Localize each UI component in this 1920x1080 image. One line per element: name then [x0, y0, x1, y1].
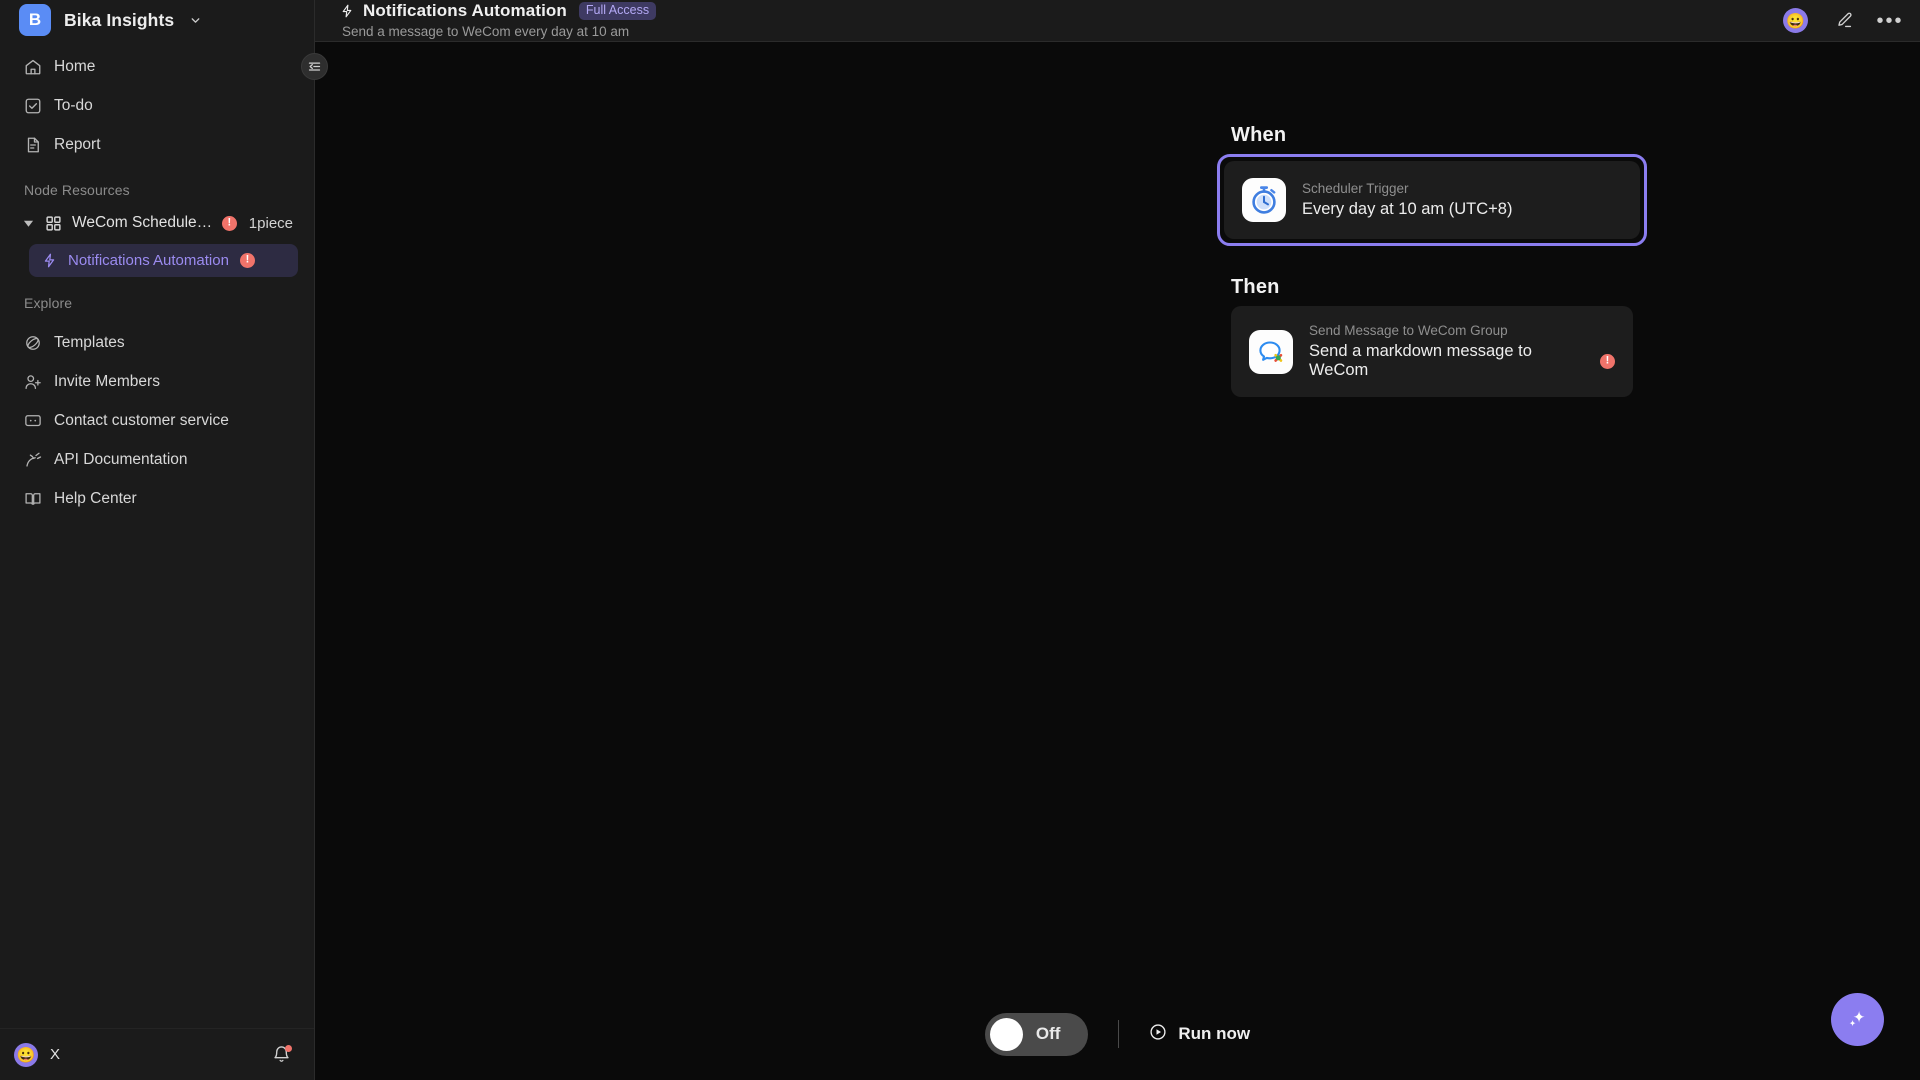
wecom-chat-icon: [1249, 329, 1293, 374]
sidebar-item-contact-customer-service[interactable]: Contact customer service: [12, 401, 302, 440]
sidebar-item-label: API Documentation: [54, 450, 188, 468]
action-subtitle: Send Message to WeCom Group: [1309, 323, 1508, 338]
run-now-label: Run now: [1178, 1024, 1251, 1043]
primary-nav: Home To-do Report: [0, 42, 314, 164]
sidebar-item-label: Contact customer service: [54, 411, 229, 429]
book-icon: [24, 490, 42, 508]
topbar: Notifications Automation Full Access Sen…: [315, 0, 1920, 42]
workspace-logo: B: [19, 4, 51, 36]
topbar-title-block: Notifications Automation Full Access Sen…: [339, 0, 657, 39]
topbar-actions: 😀 •••: [1783, 0, 1902, 33]
user-plus-icon: [24, 373, 42, 391]
trigger-title: Every day at 10 am (UTC+8): [1302, 200, 1513, 218]
explore-nav: Templates Invite Members Contact custome…: [0, 318, 314, 518]
document-icon: [24, 136, 42, 154]
sidebar-item-label: Invite Members: [54, 372, 160, 390]
trigger-title-row: Every day at 10 am (UTC+8): [1302, 200, 1512, 219]
more-glyph: •••: [1876, 9, 1904, 32]
chevron-down-icon[interactable]: [189, 14, 202, 27]
run-now-button[interactable]: Run now: [1149, 1023, 1250, 1046]
when-card-selection-frame: Scheduler Trigger Every day at 10 am (UT…: [1217, 154, 1647, 246]
section-label-explore: Explore: [24, 295, 73, 311]
sidebar-item-label: Notifications Automation: [68, 252, 229, 269]
sidebar-item-templates[interactable]: Templates: [12, 323, 302, 362]
sidebar-item-home[interactable]: Home: [12, 47, 302, 86]
sidebar-item-api-documentation[interactable]: API Documentation: [12, 440, 302, 479]
checkbox-icon: [24, 97, 42, 115]
user-row[interactable]: 😀 X: [0, 1028, 314, 1080]
collapse-sidebar-button[interactable]: [301, 53, 328, 80]
stopwatch-icon: [1242, 178, 1286, 222]
sidebar-item-todo[interactable]: To-do: [12, 86, 302, 125]
status-badge-error: !: [221, 215, 237, 231]
bottom-toolbar: Off Run now: [315, 988, 1920, 1080]
toolbar-divider: [1118, 1020, 1120, 1048]
sidebar-item-invite-members[interactable]: Invite Members: [12, 362, 302, 401]
when-label: When: [1231, 124, 1287, 146]
node-count-label: 1piece: [248, 214, 293, 232]
automation-toggle[interactable]: Off: [984, 1012, 1089, 1056]
notifications-button[interactable]: [270, 1044, 292, 1066]
caret-down-icon[interactable]: [21, 216, 35, 230]
workspace-name: Bika Insights: [64, 9, 175, 30]
ai-assistant-button[interactable]: [1831, 993, 1884, 1046]
more-dots-icon[interactable]: •••: [1877, 11, 1902, 31]
planet-icon: [24, 334, 42, 352]
then-label: Then: [1231, 276, 1280, 298]
section-label-node-resources: Node Resources: [24, 182, 130, 198]
status-badge-error: !: [239, 253, 255, 268]
sidebar-item-label: Report: [54, 135, 101, 153]
sidebar-item-report[interactable]: Report: [12, 125, 302, 164]
trigger-subtitle: Scheduler Trigger: [1302, 181, 1409, 196]
avatar: 😀: [14, 1042, 38, 1067]
action-card[interactable]: Send Message to WeCom Group Send a markd…: [1231, 306, 1633, 397]
grid-icon: [44, 214, 63, 233]
sidebar-item-help-center[interactable]: Help Center: [12, 479, 302, 518]
sidebar-item-label: Help Center: [54, 489, 137, 507]
page-title: Notifications Automation: [363, 1, 567, 20]
workspace-switcher[interactable]: B Bika Insights: [0, 0, 314, 42]
avatar[interactable]: 😀: [1783, 8, 1808, 33]
action-title-row: Send a markdown message to WeCom !: [1309, 342, 1615, 380]
page-subtitle: Send a message to WeCom every day at 10 …: [342, 24, 630, 39]
app-root: B Bika Insights Home To-do Report Node R…: [0, 0, 1920, 1080]
chat-box-icon: [24, 412, 42, 430]
pencil-icon[interactable]: [1834, 11, 1854, 31]
automation-flow: When Scheduler Trigger Every day at 10 a…: [1217, 124, 1651, 397]
notification-dot: [285, 1044, 292, 1052]
tree-node-wecom-scheduled[interactable]: WeCom Scheduled... ! 1piece: [12, 205, 302, 241]
topbar-title-row: Notifications Automation Full Access: [339, 1, 657, 21]
toggle-knob: [989, 1017, 1023, 1051]
api-icon: [24, 451, 42, 469]
bolt-icon: [339, 4, 354, 19]
home-icon: [24, 58, 42, 76]
status-badge-error: !: [1600, 353, 1615, 369]
action-card-text: Send Message to WeCom Group Send a markd…: [1309, 323, 1615, 380]
sidebar: B Bika Insights Home To-do Report Node R…: [0, 0, 328, 1080]
access-badge: Full Access: [578, 2, 657, 20]
sidebar-item-label: To-do: [54, 96, 93, 114]
sidebar-item-notifications-automation[interactable]: Notifications Automation !: [29, 244, 298, 277]
bolt-icon: [41, 253, 57, 269]
sidebar-item-label: Templates: [54, 333, 125, 351]
sparkle-icon: [1849, 1010, 1865, 1027]
trigger-card[interactable]: Scheduler Trigger Every day at 10 am (UT…: [1224, 161, 1640, 239]
tree-node-title: WeCom Scheduled...: [72, 214, 213, 231]
then-block: Then Send Message to WeCom Group Send a …: [1231, 276, 1651, 397]
toggle-state-label: Off: [1035, 1024, 1061, 1043]
sidebar-item-label: Home: [54, 57, 96, 75]
play-circle-icon: [1149, 1023, 1167, 1046]
action-title: Send a markdown message to WeCom: [1309, 342, 1532, 379]
main-area: Notifications Automation Full Access Sen…: [315, 0, 1920, 1080]
trigger-card-text: Scheduler Trigger Every day at 10 am (UT…: [1302, 181, 1512, 219]
sidebar-footer: 😀 X: [0, 1028, 314, 1080]
user-name: X: [50, 1046, 61, 1063]
automation-canvas: When Scheduler Trigger Every day at 10 a…: [315, 42, 1920, 1080]
